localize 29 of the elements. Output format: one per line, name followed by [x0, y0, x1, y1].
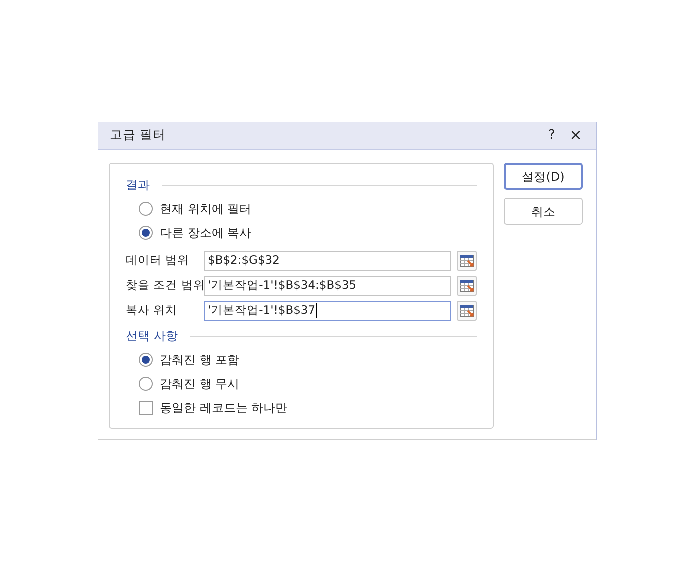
close-button[interactable]: ×: [568, 124, 584, 147]
input-field[interactable]: $B$2:$G$32: [204, 250, 451, 270]
table-icon: [460, 254, 474, 266]
table-icon: [460, 280, 474, 292]
radio-button[interactable]: [139, 202, 153, 216]
range-select-button[interactable]: [457, 300, 477, 320]
help-button[interactable]: ?: [544, 126, 560, 146]
dialog-button[interactable]: 설정(D): [504, 163, 583, 190]
radio-button[interactable]: [139, 226, 153, 240]
field-label: 찾을 조건 범위: [126, 276, 204, 294]
table-icon: [460, 304, 474, 316]
option-label: 동일한 레코드는 하나만: [160, 400, 288, 417]
option-label: 감춰진 행 무시: [160, 376, 240, 393]
dialog-button[interactable]: 취소: [504, 198, 583, 225]
input-field[interactable]: '기본작업-1'!$B$34:$B$35: [204, 276, 451, 296]
range-select-button[interactable]: [457, 276, 477, 296]
window-title: 고급 필터: [110, 126, 167, 144]
option-label: 감춰진 행 포함: [160, 352, 240, 369]
radio-label: 다른 장소에 복사: [160, 225, 252, 242]
field-label: 데이터 범위: [126, 252, 191, 269]
section-title: 결과: [126, 177, 150, 194]
radio-label: 현재 위치에 필터: [160, 201, 252, 218]
radio-button[interactable]: [139, 353, 153, 367]
range-select-button[interactable]: [457, 250, 477, 270]
checkbox[interactable]: [139, 401, 153, 415]
radio-button[interactable]: [139, 377, 153, 391]
section-title: 선택 사항: [126, 328, 178, 345]
input-field[interactable]: '기본작업-1'!$B$37: [204, 300, 451, 320]
field-label: 복사 위치: [126, 302, 179, 319]
